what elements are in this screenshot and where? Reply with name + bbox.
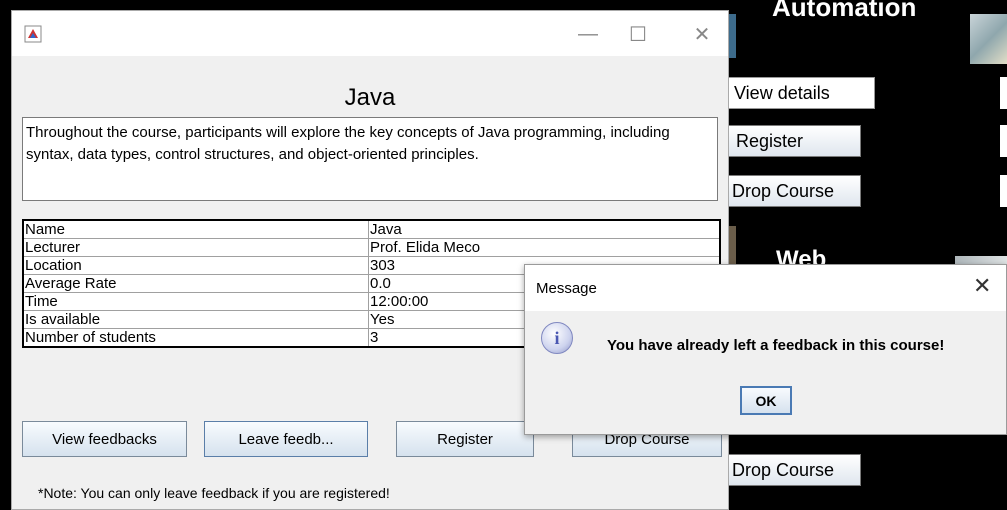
close-icon[interactable]: ✕ (973, 273, 991, 299)
message-dialog: Message ✕ i You have already left a feed… (524, 264, 1007, 435)
course-description: Throughout the course, participants will… (22, 117, 718, 201)
partial-button[interactable] (1000, 77, 1007, 109)
view-details-button[interactable]: View details (715, 77, 875, 109)
info-icon: i (541, 322, 573, 354)
row-value: Java (368, 219, 721, 239)
ok-button[interactable]: OK (740, 386, 792, 415)
row-key: Lecturer (22, 238, 369, 257)
minimize-icon[interactable]: — (568, 19, 608, 49)
row-key: Is available (22, 310, 369, 329)
dialog-title: Message (536, 280, 597, 297)
table-row: Name Java (22, 219, 721, 239)
row-value: Prof. Elida Meco (368, 238, 721, 257)
background-image-strip (728, 226, 736, 266)
row-key: Location (22, 256, 369, 275)
background-register-button[interactable]: Register (715, 125, 861, 157)
course-thumbnail-image (970, 14, 1007, 64)
java-app-icon (24, 25, 42, 43)
view-feedbacks-button[interactable]: View feedbacks (22, 421, 187, 457)
course-title: Java (344, 84, 396, 111)
row-key: Name (22, 219, 369, 239)
table-row: Lecturer Prof. Elida Meco (22, 238, 721, 257)
row-key: Number of students (22, 328, 369, 348)
background-image-strip (728, 14, 736, 58)
partial-button[interactable] (1000, 175, 1007, 207)
window-titlebar: — ☐ ✕ (12, 11, 728, 56)
row-key: Time (22, 292, 369, 311)
background-drop-course-button[interactable]: Drop Course (715, 175, 861, 207)
partial-button[interactable] (1000, 125, 1007, 157)
leave-feedback-button[interactable]: Leave feedb... (204, 421, 368, 457)
dialog-message: You have already left a feedback in this… (607, 337, 945, 354)
register-button[interactable]: Register (396, 421, 534, 457)
row-key: Average Rate (22, 274, 369, 293)
background-drop-course-button-2[interactable]: Drop Course (715, 454, 861, 486)
dialog-titlebar: Message ✕ (525, 265, 1006, 311)
section-title-automation: Automation (772, 0, 917, 22)
course-details-window: — ☐ ✕ Java Throughout the course, partic… (11, 10, 729, 510)
feedback-note: *Note: You can only leave feedback if yo… (38, 485, 390, 501)
close-icon[interactable]: ✕ (682, 19, 722, 49)
maximize-icon[interactable]: ☐ (618, 19, 658, 49)
